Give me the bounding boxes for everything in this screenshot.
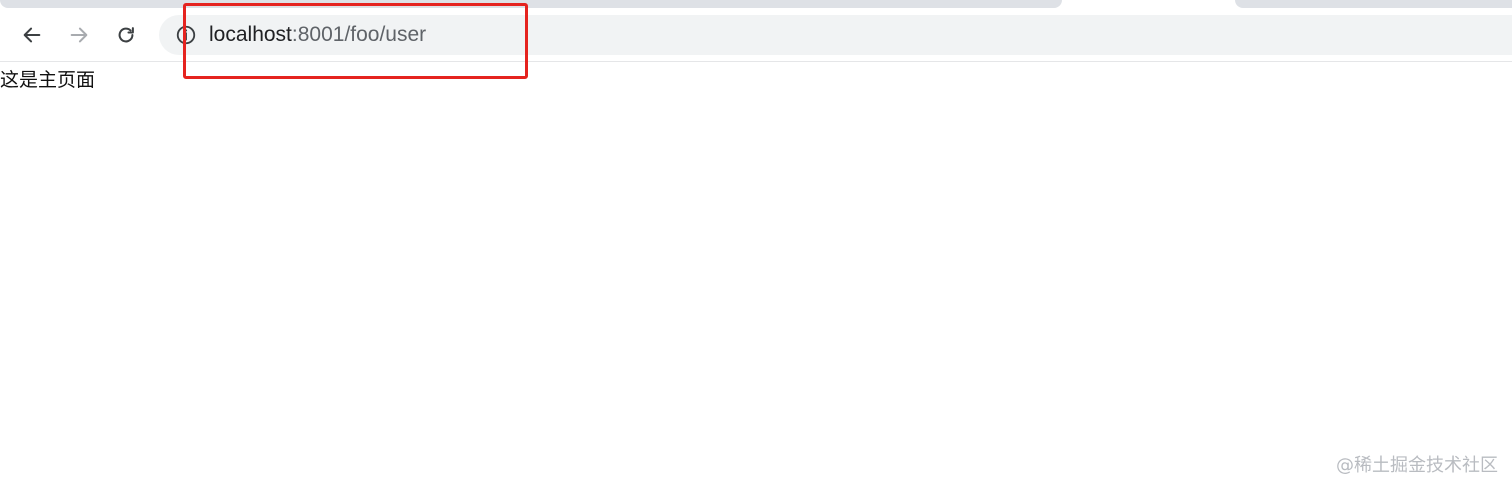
inactive-tab[interactable] bbox=[1235, 0, 1512, 8]
annotation-highlight-box bbox=[183, 3, 528, 79]
reload-icon bbox=[118, 27, 134, 43]
forward-button[interactable] bbox=[62, 18, 96, 52]
arrow-right-icon bbox=[70, 27, 88, 43]
watermark: @稀土掘金技术社区 bbox=[1336, 455, 1498, 476]
reload-button[interactable] bbox=[109, 18, 143, 52]
back-button[interactable] bbox=[15, 18, 49, 52]
arrow-left-icon bbox=[23, 27, 41, 43]
page-body-text: 这是主页面 bbox=[0, 69, 96, 91]
inactive-tab[interactable] bbox=[0, 0, 1062, 8]
